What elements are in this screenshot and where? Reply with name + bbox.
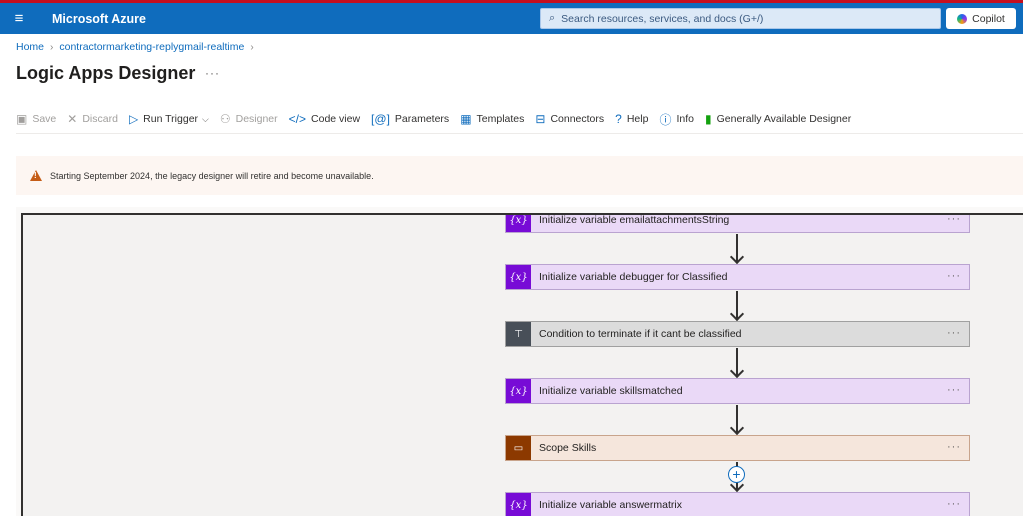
more-options-icon[interactable]: ···: [947, 215, 961, 225]
close-icon: ✕: [67, 112, 78, 126]
scope-icon: ▭: [506, 436, 531, 460]
search-icon: ⌕: [549, 12, 556, 24]
workflow-step[interactable]: ⊤ Condition to terminate if it cant be c…: [505, 321, 970, 347]
info-button[interactable]: ⓘ Info: [659, 111, 694, 128]
breadcrumb: Home › contractormarketing-replygmail-re…: [16, 41, 260, 53]
designer-canvas[interactable]: {x} Initialize variable emailattachments…: [21, 213, 1023, 516]
more-options-icon[interactable]: ···: [947, 441, 961, 453]
search-placeholder: Search resources, services, and docs (G+…: [561, 12, 764, 25]
copilot-label: Copilot: [972, 12, 1005, 25]
arrow-down-icon: [729, 363, 745, 379]
run-trigger-label: Run Trigger: [143, 113, 199, 125]
info-icon: ⓘ: [659, 112, 672, 127]
variable-icon: {x}: [506, 493, 531, 516]
step-label: Initialize variable answermatrix: [539, 499, 682, 511]
code-view-button[interactable]: </> Code view: [289, 112, 360, 126]
ga-designer-button[interactable]: ▮ Generally Available Designer: [705, 112, 851, 126]
help-button[interactable]: ? Help: [615, 112, 648, 126]
more-options-icon[interactable]: ···: [947, 327, 961, 339]
variable-icon: {x}: [506, 265, 531, 289]
connectors-icon: ⊟: [535, 112, 546, 126]
banner-text: Starting September 2024, the legacy desi…: [50, 170, 374, 181]
arrow-down-icon: [729, 306, 745, 322]
copilot-button[interactable]: Copilot: [946, 8, 1016, 29]
workflow-step[interactable]: {x} Initialize variable answermatrix ···: [505, 492, 970, 516]
retirement-banner: Starting September 2024, the legacy desi…: [16, 156, 1023, 195]
discard-label: Discard: [82, 113, 118, 125]
parameters-icon: [@]: [371, 112, 390, 126]
connectors-label: Connectors: [550, 113, 605, 125]
arrow-down-icon: [729, 420, 745, 436]
templates-button[interactable]: ▦ Templates: [460, 112, 524, 126]
breadcrumb-resource[interactable]: contractormarketing-replygmail-realtime: [59, 41, 244, 53]
chevron-down-icon: ⌵: [202, 113, 209, 124]
designer-button[interactable]: ⚇ Designer: [220, 112, 278, 126]
workflow-step[interactable]: {x} Initialize variable skillsmatched ··…: [505, 378, 970, 404]
copilot-icon: [957, 13, 968, 24]
condition-icon: ⊤: [506, 322, 531, 346]
add-step-button[interactable]: +: [728, 466, 745, 483]
step-label: Condition to terminate if it cant be cla…: [539, 328, 742, 340]
save-button[interactable]: ▣ Save: [16, 112, 56, 126]
connectors-button[interactable]: ⊟ Connectors: [535, 112, 604, 126]
search-input[interactable]: ⌕ Search resources, services, and docs (…: [540, 8, 941, 29]
code-icon: </>: [288, 112, 307, 126]
page-title: Logic Apps Designer: [16, 63, 196, 83]
more-options-icon[interactable]: ···: [205, 66, 220, 80]
designer-icon: ⚇: [219, 112, 231, 126]
help-label: Help: [626, 113, 649, 125]
more-options-icon[interactable]: ···: [947, 384, 961, 396]
hamburger-icon[interactable]: ≡: [0, 3, 38, 34]
chevron-right-icon: ›: [250, 41, 254, 53]
toolbar: ▣ Save ✕ Discard ▷ Run Trigger ⌵ ⚇ Desig…: [16, 107, 862, 131]
templates-label: Templates: [476, 113, 525, 125]
chevron-right-icon: ›: [50, 41, 54, 53]
variable-icon: {x}: [506, 215, 531, 232]
top-bar: ≡ Microsoft Azure ⌕ Search resources, se…: [0, 0, 1023, 34]
workflow-step[interactable]: {x} Initialize variable debugger for Cla…: [505, 264, 970, 290]
toolbar-divider: [16, 133, 1023, 134]
info-label: Info: [676, 113, 694, 125]
step-label: Initialize variable emailattachmentsStri…: [539, 214, 730, 226]
designer-label: Designer: [235, 113, 278, 125]
play-icon: ▷: [128, 112, 139, 126]
discard-button[interactable]: ✕ Discard: [67, 112, 118, 126]
run-trigger-button[interactable]: ▷ Run Trigger ⌵: [129, 112, 209, 126]
help-icon: ?: [615, 112, 622, 126]
variable-icon: {x}: [506, 379, 531, 403]
workflow-step[interactable]: {x} Initialize variable emailattachments…: [505, 214, 970, 233]
more-options-icon[interactable]: ···: [947, 498, 961, 510]
save-icon: ▣: [16, 112, 28, 126]
workflow-step[interactable]: ▭ Scope Skills ···: [505, 435, 970, 461]
brand-label[interactable]: Microsoft Azure: [52, 12, 146, 26]
warning-icon: [30, 170, 42, 181]
parameters-button[interactable]: [@] Parameters: [371, 112, 449, 126]
bookmark-icon: ▮: [704, 112, 712, 126]
code-view-label: Code view: [311, 113, 361, 125]
step-label: Scope Skills: [539, 442, 597, 454]
arrow-down-icon: [729, 249, 745, 265]
breadcrumb-home[interactable]: Home: [16, 41, 44, 53]
step-label: Initialize variable debugger for Classif…: [539, 271, 728, 283]
more-options-icon[interactable]: ···: [947, 270, 961, 282]
parameters-label: Parameters: [394, 113, 450, 125]
templates-icon: ▦: [460, 112, 472, 126]
step-label: Initialize variable skillsmatched: [539, 385, 683, 397]
save-label: Save: [32, 113, 57, 125]
ga-designer-label: Generally Available Designer: [716, 113, 852, 125]
